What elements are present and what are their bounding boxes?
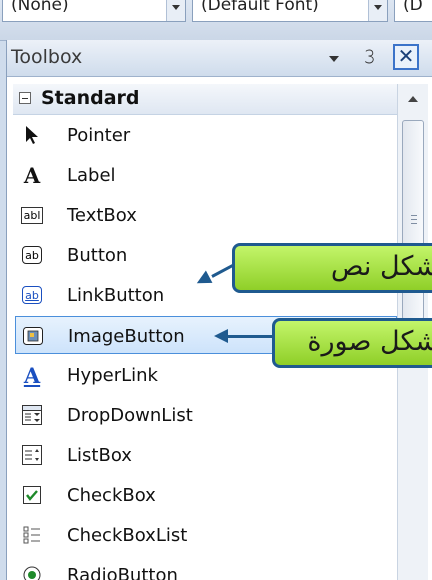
arrow-left-icon bbox=[214, 329, 228, 343]
toolbox-item-pointer[interactable]: Pointer bbox=[7, 116, 397, 156]
font-combo[interactable]: (Default Font) bbox=[192, 0, 388, 22]
imagebutton-icon bbox=[22, 325, 44, 347]
callout-arrow-line bbox=[228, 335, 274, 338]
pin-icon[interactable]: 𝟹 bbox=[363, 44, 376, 68]
linkbutton-icon: ab bbox=[21, 284, 43, 306]
item-label: CheckBox bbox=[67, 485, 156, 506]
toolbox-item-listbox[interactable]: ListBox bbox=[7, 436, 397, 476]
category-standard[interactable]: Standard bbox=[13, 84, 397, 115]
toolbox-item-textbox[interactable]: abl TextBox bbox=[7, 196, 397, 236]
item-label: Button bbox=[67, 245, 128, 266]
toolbox-item-radiobutton[interactable]: RadioButton bbox=[7, 556, 397, 580]
item-label: HyperLink bbox=[67, 365, 158, 386]
item-label: CheckBoxList bbox=[67, 525, 188, 546]
style-combo-value: (None) bbox=[11, 0, 69, 15]
callout-text-shape-label: شكل نص bbox=[330, 251, 432, 282]
toolbox-item-checkboxlist[interactable]: CheckBoxList bbox=[7, 516, 397, 556]
item-label: RadioButton bbox=[67, 565, 178, 580]
style-combo[interactable]: (None) bbox=[2, 0, 186, 22]
close-icon: ✕ bbox=[397, 44, 415, 68]
chevron-down-icon[interactable] bbox=[368, 0, 387, 21]
callout-text-shape: شكل نص bbox=[232, 243, 432, 293]
close-button[interactable]: ✕ bbox=[393, 44, 419, 70]
item-label: DropDownList bbox=[67, 405, 193, 426]
hyperlink-icon: A bbox=[23, 362, 41, 388]
scroll-up-icon[interactable] bbox=[408, 96, 418, 102]
checkbox-icon bbox=[21, 484, 43, 506]
pointer-icon bbox=[21, 124, 43, 146]
size-combo-value: (D bbox=[403, 0, 423, 15]
item-label: TextBox bbox=[67, 205, 137, 226]
dropdownlist-icon bbox=[21, 404, 43, 426]
label-icon: A bbox=[23, 162, 41, 188]
toolbox-title: Toolbox bbox=[11, 46, 83, 68]
item-label: ImageButton bbox=[68, 326, 185, 347]
radiobutton-icon bbox=[21, 564, 43, 580]
font-combo-value: (Default Font) bbox=[201, 0, 319, 15]
toolbox-window: Toolbox 𝟹 ✕ Standard Pointer A Label abl… bbox=[6, 40, 432, 580]
collapse-icon[interactable] bbox=[19, 92, 31, 104]
toolbox-titlebar: Toolbox 𝟹 ✕ bbox=[7, 40, 432, 77]
listbox-icon bbox=[21, 444, 43, 466]
toolbox-item-checkbox[interactable]: CheckBox bbox=[7, 476, 397, 516]
chevron-down-icon[interactable] bbox=[166, 0, 185, 21]
item-label: ListBox bbox=[67, 445, 132, 466]
format-toolbar: (None) (Default Font) (D bbox=[0, 0, 432, 41]
toolbox-item-label[interactable]: A Label bbox=[7, 156, 397, 196]
textbox-icon: abl bbox=[20, 204, 44, 226]
toolbox-item-dropdownlist[interactable]: DropDownList bbox=[7, 396, 397, 436]
item-label: Label bbox=[67, 165, 116, 186]
size-combo[interactable]: (D bbox=[394, 0, 432, 22]
window-position-dropdown-icon[interactable] bbox=[329, 56, 339, 62]
category-label: Standard bbox=[41, 87, 140, 109]
item-label: LinkButton bbox=[67, 285, 165, 306]
callout-image-shape: شكل صورة bbox=[272, 318, 432, 368]
item-label: Pointer bbox=[67, 125, 131, 146]
callout-image-shape-label: شكل صورة bbox=[307, 326, 432, 357]
button-icon: ab bbox=[21, 244, 43, 266]
checkboxlist-icon bbox=[21, 524, 43, 546]
